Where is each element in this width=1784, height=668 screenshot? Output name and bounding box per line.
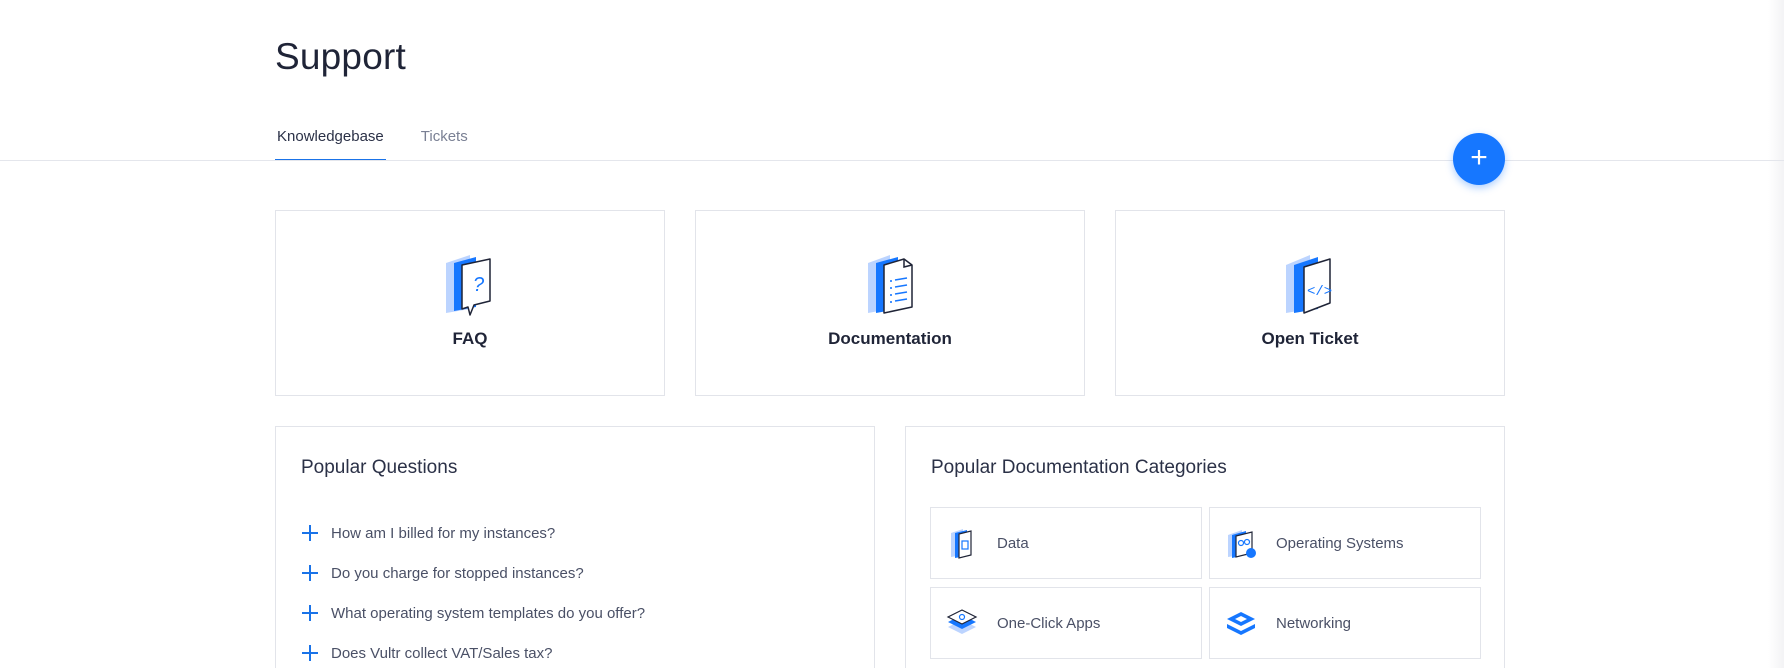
tab-knowledgebase[interactable]: Knowledgebase [275,126,386,161]
expand-plus-icon [301,644,319,662]
question-item[interactable]: Do you charge for stopped instances? [301,553,645,593]
svg-text:?: ? [473,274,485,296]
question-item[interactable]: How am I billed for my instances? [301,513,645,553]
plus-icon: + [1470,141,1488,174]
networking-icon [1227,612,1255,635]
documentation-icon [868,255,913,314]
popular-questions-panel: Popular Questions How am I billed for my… [275,426,875,668]
popular-categories-panel: Popular Documentation Categories Data Op… [905,426,1505,668]
open-ticket-label: Open Ticket [1261,329,1359,348]
page-edge-shadow [1768,0,1784,668]
header-divider [0,160,1784,161]
category-networking[interactable]: Networking [1209,587,1481,659]
faq-label: FAQ [452,329,488,348]
expand-plus-icon [301,524,319,542]
open-ticket-icon: </> [1286,255,1332,314]
question-text: Do you charge for stopped instances? [331,564,584,582]
faq-icon: ? [446,255,491,316]
page-title: Support [275,36,406,77]
category-label: Operating Systems [1276,534,1404,552]
one-click-apps-icon [946,609,978,634]
category-label: One-Click Apps [997,614,1101,632]
question-list: How am I billed for my instances? Do you… [301,513,645,668]
category-one-click-apps[interactable]: One-Click Apps [930,587,1202,659]
question-item[interactable]: Does Vultr collect VAT/Sales tax? [301,633,645,668]
add-ticket-button[interactable]: + [1453,133,1505,185]
open-ticket-card[interactable]: </> Open Ticket [1115,210,1505,396]
svg-text:</>: </> [1307,284,1332,300]
expand-plus-icon [301,604,319,622]
category-label: Networking [1276,614,1352,632]
question-text: How am I billed for my instances? [331,524,556,542]
tab-bar: Knowledgebase Tickets [275,126,470,161]
question-text: What operating system templates do you o… [331,604,646,622]
popular-categories-title: Popular Documentation Categories [931,457,1227,478]
documentation-card[interactable]: Documentation [695,210,1085,396]
category-operating-systems[interactable]: Operating Systems [1209,507,1481,579]
tab-tickets[interactable]: Tickets [419,126,470,161]
data-icon [951,529,972,559]
faq-card[interactable]: ? FAQ [275,210,665,396]
question-item[interactable]: What operating system templates do you o… [301,593,645,633]
operating-systems-icon [1228,530,1256,558]
expand-plus-icon [301,564,319,582]
category-label: Data [997,534,1029,552]
category-data[interactable]: Data [930,507,1202,579]
popular-questions-title: Popular Questions [301,457,458,478]
question-text: Does Vultr collect VAT/Sales tax? [331,644,553,662]
documentation-label: Documentation [828,329,952,348]
